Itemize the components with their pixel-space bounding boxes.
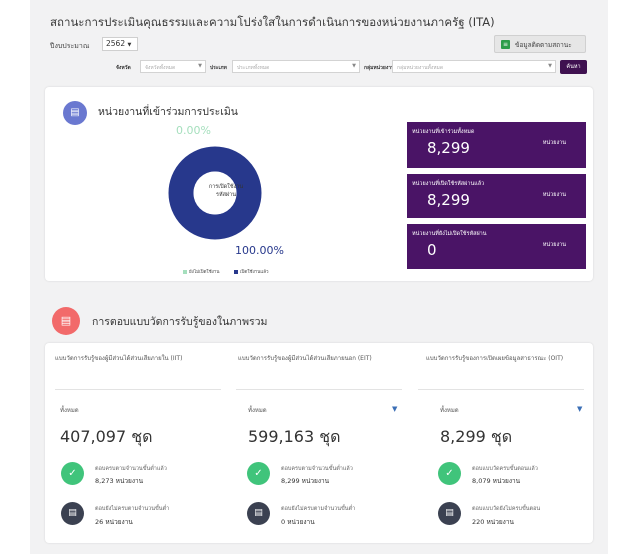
chevron-down-icon[interactable]: ▼ [577,405,582,413]
status-tracking-label: ข้อมูลติดตามสถานะ [515,41,572,49]
survey-stat1-value: 8,079 หน่วยงาน [472,477,521,485]
survey-col-all-label: ทั้งหมด [60,407,79,414]
participation-title: หน่วยงานที่เข้าร่วมการประเมิน [98,106,238,118]
check-icon: ✓ [61,462,84,485]
survey-stat1-value: 8,299 หน่วยงาน [281,477,330,485]
survey-col-all-label: ทั้งหมด [440,407,459,414]
group-filter-label: กลุ่มหน่วยงาน [364,65,395,71]
divider [418,389,584,390]
stat-box-value: 8,299 [427,191,470,209]
document-list-icon: ▤ [63,101,87,125]
group-filter-value: กลุ่มหน่วยงานทั้งหมด [397,65,444,71]
stat-box-label: หน่วยงานที่เปิดใช้รหัสผ่านแล้ว [412,181,485,187]
survey-stat2-value: 26 หน่วยงาน [95,518,133,526]
survey-stat2-value: 220 หน่วยงาน [472,518,514,526]
fiscal-year-label: ปีงบประมาณ [50,42,90,50]
survey-col-heading-oit: แบบวัดการรับรู้ของการเปิดเผยข้อมูลสาธารณ… [426,355,564,362]
survey-col-total: 8,299 ชุด [440,427,513,446]
fiscal-year-select[interactable]: 2562 ▼ [102,37,138,51]
province-filter-value: จังหวัดทั้งหมด [145,65,176,71]
type-filter-select[interactable]: ประเภททั้งหมด ▼ [232,60,360,73]
group-filter-select[interactable]: กลุ่มหน่วยงานทั้งหมด ▼ [392,60,556,73]
legend-swatch-opened [234,269,238,274]
survey-stat2-label: ตอบยังไม่ครบตามจำนวนขั้นต่ำ [281,506,356,512]
chevron-down-icon: ▼ [352,63,356,69]
legend-opened: เปิดใช้งานแล้ว [234,268,269,275]
legend-not-opened: ยังไม่เปิดใช้งาน [183,268,219,275]
chevron-down-icon: ▼ [198,63,202,69]
stat-box-value: 0 [427,241,437,259]
legend-opened-text: เปิดใช้งานแล้ว [240,270,269,275]
stat-box-label: หน่วยงานที่เข้าร่วมทั้งหมด [412,129,475,135]
pct-not-opened-label: 0.00% [176,124,211,137]
page-title: สถานะการประเมินคุณธรรมและความโปร่งใสในกา… [50,15,495,29]
divider [236,389,402,390]
donut-center-line2: รหัสผ่าน [215,192,236,198]
stat-box-opened: หน่วยงานที่เปิดใช้รหัสผ่านแล้ว 8,299 หน่… [407,174,586,218]
status-tracking-button[interactable]: ≡ ข้อมูลติดตามสถานะ [494,35,586,53]
survey-stat1-label: ตอบครบตามจำนวนขั้นต่ำแล้ว [95,466,167,472]
survey-document-icon: ▤ [52,307,80,335]
document-icon: ▤ [438,502,461,525]
chevron-down-icon[interactable]: ▼ [392,405,397,413]
type-filter-label: ประเภท [210,65,227,71]
province-filter-select[interactable]: จังหวัดทั้งหมด ▼ [140,60,206,73]
stat-box-total-agencies: หน่วยงานที่เข้าร่วมทั้งหมด 8,299 หน่วยงา… [407,122,586,168]
check-icon: ✓ [438,462,461,485]
check-icon: ✓ [247,462,270,485]
pct-opened-label: 100.00% [235,244,284,257]
province-filter-label: จังหวัด [116,65,131,71]
survey-col-total: 407,097 ชุด [60,427,153,446]
stat-box-unit: หน่วยงาน [542,192,566,198]
survey-col-heading-iit: แบบวัดการรับรู้ของผู้มีส่วนได้ส่วนเสียภา… [55,355,183,362]
stat-box-not-opened: หน่วยงานที่ยังไม่เปิดใช้รหัสผ่าน 0 หน่วย… [407,224,586,269]
type-filter-value: ประเภททั้งหมด [237,65,270,71]
document-icon: ▤ [247,502,270,525]
survey-stat1-label: ตอบแบบวัดครบขั้นตอนแล้ว [472,466,538,472]
survey-col-all-label: ทั้งหมด [248,407,267,414]
survey-title: การตอบแบบวัดการรับรู้ของในภาพรวม [92,316,268,328]
survey-stat2-value: 0 หน่วยงาน [281,518,315,526]
survey-stat1-value: 8,273 หน่วยงาน [95,477,144,485]
donut-center-line1: การเปิดใช้งาน [208,184,244,190]
donut-center-label: การเปิดใช้งาน รหัสผ่าน [196,183,256,199]
stat-box-unit: หน่วยงาน [542,140,566,146]
legend-swatch-not-opened [183,269,187,274]
document-icon: ▤ [61,502,84,525]
survey-stat1-label: ตอบครบตามจำนวนขั้นต่ำแล้ว [281,466,353,472]
survey-col-total: 599,163 ชุด [248,427,341,446]
fiscal-year-value: 2562 [106,39,126,48]
document-icon: ≡ [501,40,510,49]
legend-not-opened-text: ยังไม่เปิดใช้งาน [189,270,220,275]
stat-box-unit: หน่วยงาน [542,242,566,248]
search-button[interactable]: ค้นหา [560,60,587,74]
stat-box-value: 8,299 [427,139,470,157]
stat-box-label: หน่วยงานที่ยังไม่เปิดใช้รหัสผ่าน [412,231,487,237]
survey-stat2-label: ตอบแบบวัดยังไม่ครบขั้นตอน [472,506,541,512]
survey-stat2-label: ตอบยังไม่ครบตามจำนวนขั้นต่ำ [95,506,170,512]
chevron-down-icon: ▼ [548,63,552,69]
chevron-down-icon: ▼ [127,42,132,48]
survey-col-heading-eit: แบบวัดการรับรู้ของผู้มีส่วนได้ส่วนเสียภา… [238,355,372,362]
divider [55,389,221,390]
